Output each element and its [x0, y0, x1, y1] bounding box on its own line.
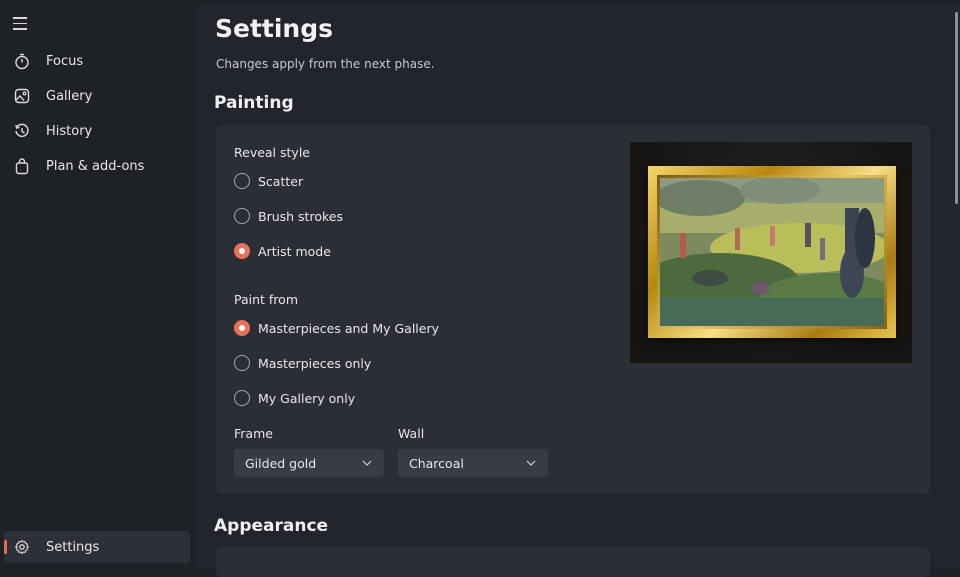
radio-label: Masterpieces and My Gallery	[258, 320, 439, 336]
image-icon	[13, 87, 31, 105]
radio-masterpieces-and-gallery[interactable]: Masterpieces and My Gallery	[234, 318, 439, 338]
radio-label: My Gallery only	[258, 390, 356, 406]
sidebar-item-history[interactable]: History	[4, 115, 190, 147]
sidebar-item-focus[interactable]: Focus	[4, 45, 190, 77]
sidebar-item-plan[interactable]: Plan & add-ons	[4, 150, 190, 182]
radio-masterpieces-only[interactable]: Masterpieces only	[234, 353, 371, 373]
reveal-style-label: Reveal style	[234, 145, 310, 160]
hamburger-menu-icon[interactable]	[13, 17, 31, 31]
sidebar-item-label: Focus	[46, 53, 84, 69]
paint-from-label: Paint from	[234, 292, 298, 307]
radio-circle-selected	[234, 243, 250, 259]
sidebar-item-label: History	[46, 123, 93, 139]
radio-scatter[interactable]: Scatter	[234, 171, 303, 191]
wall-dropdown[interactable]: Charcoal	[398, 449, 548, 477]
chevron-down-icon	[526, 458, 536, 468]
frame-label: Frame	[234, 426, 273, 441]
sidebar-item-gallery[interactable]: Gallery	[4, 80, 190, 112]
shopping-bag-icon	[13, 157, 31, 175]
vertical-scrollbar[interactable]	[955, 12, 958, 204]
chevron-down-icon	[362, 458, 372, 468]
radio-circle	[234, 173, 250, 189]
sidebar-item-settings[interactable]: Settings	[4, 531, 190, 563]
radio-my-gallery-only[interactable]: My Gallery only	[234, 388, 355, 408]
painting-image	[660, 178, 884, 326]
radio-artist-mode[interactable]: Artist mode	[234, 241, 331, 261]
radio-label: Scatter	[258, 173, 304, 189]
radio-label: Masterpieces only	[258, 355, 372, 371]
radio-circle	[234, 208, 250, 224]
radio-circle-selected	[234, 320, 250, 336]
active-indicator	[4, 540, 7, 554]
page-title: Settings	[215, 14, 334, 43]
gilded-frame	[648, 166, 896, 338]
radio-brush-strokes[interactable]: Brush strokes	[234, 206, 343, 226]
painting-preview	[630, 142, 912, 363]
settings-page: Settings Changes apply from the next pha…	[196, 4, 960, 577]
section-title-painting: Painting	[214, 93, 294, 113]
section-title-appearance: Appearance	[214, 516, 329, 536]
radio-label: Artist mode	[258, 243, 331, 259]
radio-circle	[234, 355, 250, 371]
sidebar-item-label: Settings	[46, 539, 100, 555]
page-subtitle: Changes apply from the next phase.	[216, 57, 435, 71]
wall-dropdown-value: Charcoal	[409, 455, 464, 471]
stopwatch-icon	[13, 52, 31, 70]
sidebar: Focus Gallery History Plan & add-ons Set…	[0, 0, 196, 567]
appearance-card	[216, 547, 930, 577]
radio-label: Brush strokes	[258, 208, 343, 224]
history-icon	[13, 122, 31, 140]
sidebar-item-label: Gallery	[46, 88, 93, 104]
sidebar-item-label: Plan & add-ons	[46, 158, 145, 174]
radio-circle	[234, 390, 250, 406]
frame-dropdown-value: Gilded gold	[245, 455, 317, 471]
frame-dropdown[interactable]: Gilded gold	[234, 449, 384, 477]
wall-label: Wall	[398, 426, 425, 441]
painting-card: Reveal style Scatter Brush strokes Artis…	[216, 125, 930, 494]
gear-icon	[13, 538, 31, 556]
